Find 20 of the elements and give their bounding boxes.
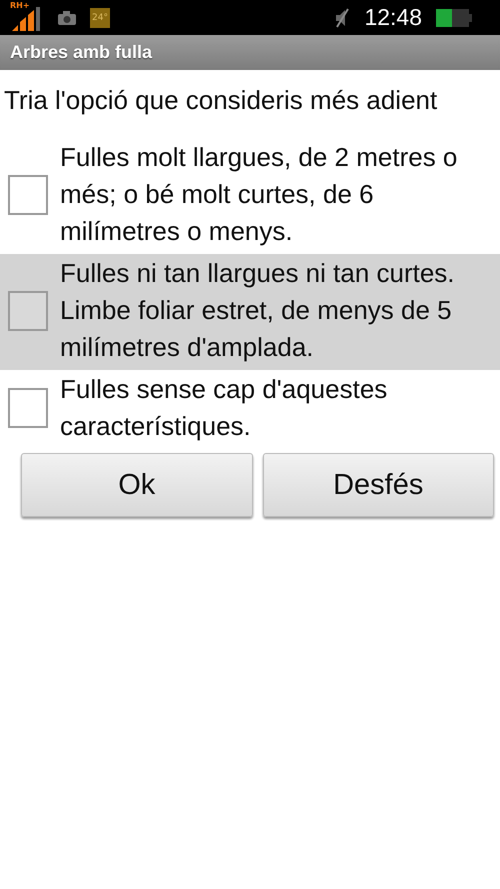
undo-button[interactable]: Desfés xyxy=(262,453,494,517)
clock: 12:48 xyxy=(364,4,422,31)
camera-icon xyxy=(58,10,76,24)
window-title: Arbres amb fulla xyxy=(10,42,152,63)
network-label: RH+ xyxy=(10,0,30,10)
option-row[interactable]: Fulles ni tan llargues ni tan curtes. Limbe foliar estret, de menys de 5 milímetres d'amplada. xyxy=(0,254,500,370)
weather-badge: 24° xyxy=(90,8,110,28)
option-label: Fulles ni tan llargues ni tan curtes. Limbe foliar estret, de menys de 5 milímetres d'amplada. xyxy=(60,257,456,364)
muted-speaker-icon xyxy=(334,8,350,28)
option-row[interactable]: Fulles molt llargues, de 2 metres o més; o bé molt curtes, de 6 milímetres o menys. xyxy=(0,138,500,254)
ok-button[interactable]: Ok xyxy=(21,453,252,517)
battery-icon xyxy=(436,8,472,26)
option-label: Fulles sense cap d'aquestes característiques. xyxy=(60,373,388,443)
option-row[interactable]: Fulles sense cap d'aquestes característiques. xyxy=(0,370,500,449)
checkbox[interactable] xyxy=(8,290,48,330)
checkbox[interactable] xyxy=(8,388,48,428)
checkbox[interactable] xyxy=(8,174,48,214)
option-label: Fulles molt llargues, de 2 metres o més; o bé molt curtes, de 6 milímetres o menys. xyxy=(60,141,458,248)
question-text: Tria l'opció que consideris més adient xyxy=(4,84,438,117)
signal-icon xyxy=(10,6,40,30)
